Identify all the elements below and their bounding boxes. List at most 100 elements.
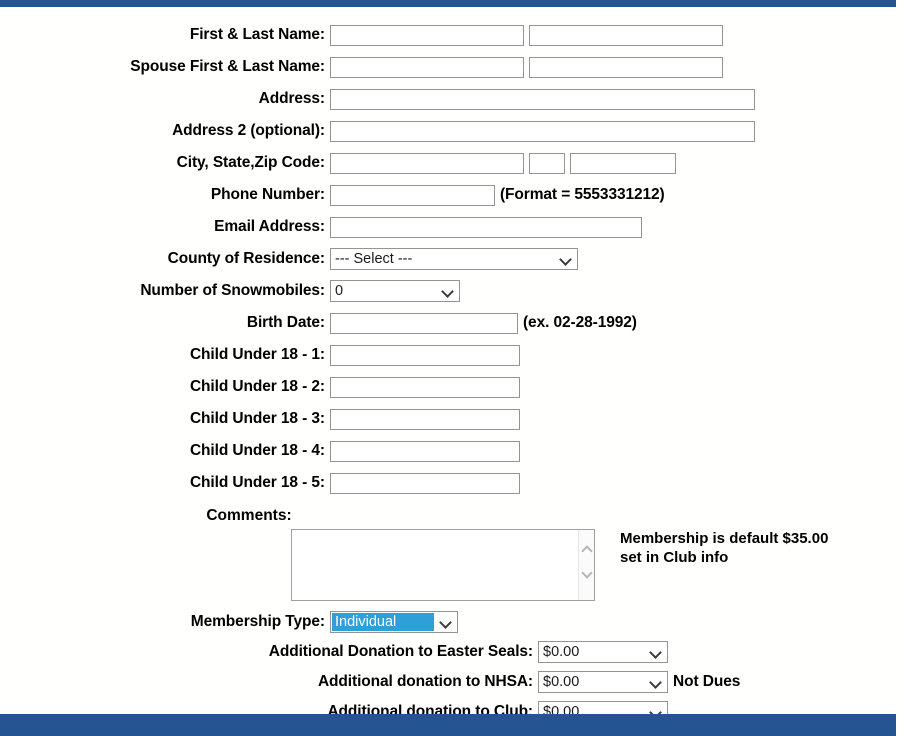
label-donation-easter-seals: Additional Donation to Easter Seals: [268,643,533,660]
label-child-4: Child Under 18 - 4: [189,442,325,460]
row-comments-label: Comments: [0,499,896,525]
child-5-input[interactable] [330,472,520,494]
row-comments: Membership is default $35.00 set in Club… [0,529,896,601]
label-city-state-zip: City, State,Zip Code: [176,154,325,172]
chevron-down-icon [561,255,570,261]
snowmobiles-select-value: 0 [335,283,344,299]
row-snowmobiles: Number of Snowmobiles: 0 [0,275,896,307]
state-input[interactable] [529,152,565,174]
row-birth-date: Birth Date: (ex. 02-28-1992) [0,307,896,339]
row-first-last-name: First & Last Name: [0,19,896,51]
birth-date-format-hint: (ex. 02-28-1992) [523,314,637,331]
fields-child-2 [330,376,520,398]
easter-seals-donation-select[interactable]: $0.00 [538,641,668,663]
nhsa-not-dues-note: Not Dues [673,673,741,690]
row-address: Address: [0,83,896,115]
label-first-last-name: First & Last Name: [189,26,325,44]
fields-donation-nhsa: $0.00 Not Dues [538,671,740,693]
row-child-5: Child Under 18 - 5: [0,467,896,499]
chevron-down-icon [441,618,450,624]
bottom-accent-bar [0,714,896,736]
fields-child-5 [330,472,520,494]
zip-input[interactable] [570,152,676,174]
child-4-input[interactable] [330,440,520,462]
row-child-4: Child Under 18 - 4: [0,435,896,467]
spouse-first-name-input[interactable] [330,56,524,78]
membership-type-select[interactable]: Individual [330,611,458,633]
child-3-input[interactable] [330,408,520,430]
nhsa-donation-value: $0.00 [543,674,580,690]
fields-membership-type: Individual [330,611,458,633]
fields-county: --- Select --- [330,248,578,270]
spouse-last-name-input[interactable] [529,56,723,78]
nhsa-donation-select[interactable]: $0.00 [538,671,668,693]
row-child-3: Child Under 18 - 3: [0,403,896,435]
label-spouse-name: Spouse First & Last Name: [130,58,325,76]
row-phone: Phone Number: (Format = 5553331212) [0,179,896,211]
phone-format-hint: (Format = 5553331212) [500,186,665,203]
label-donation-nhsa: Additional donation to NHSA: [317,673,533,690]
phone-input[interactable] [330,184,495,206]
fields-city-state-zip [330,152,676,174]
label-child-5: Child Under 18 - 5: [189,474,325,492]
fields-snowmobiles: 0 [330,280,460,302]
row-donation-nhsa: Additional donation to NHSA: $0.00 Not D… [0,667,896,697]
membership-form-page: First & Last Name: Spouse First & Last N… [0,0,904,736]
comments-scrollbar[interactable] [578,530,594,600]
label-child-2: Child Under 18 - 2: [189,378,325,396]
label-email: Email Address: [214,218,325,236]
row-spouse-name: Spouse First & Last Name: [0,51,896,83]
email-input[interactable] [330,216,642,238]
scroll-down-icon[interactable] [582,568,592,575]
row-city-state-zip: City, State,Zip Code: [0,147,896,179]
label-address: Address: [258,90,325,108]
comments-textarea-wrap[interactable] [291,529,595,601]
fields-child-4 [330,440,520,462]
membership-note-line-2: set in Club info [620,549,729,567]
address-input[interactable] [330,88,755,110]
county-select-value: --- Select --- [335,251,413,267]
row-address2: Address 2 (optional): [0,115,896,147]
scroll-up-icon[interactable] [582,546,592,553]
last-name-input[interactable] [529,24,723,46]
easter-seals-donation-value: $0.00 [543,644,580,660]
membership-type-select-value: Individual [332,613,434,631]
child-2-input[interactable] [330,376,520,398]
label-phone: Phone Number: [210,186,325,204]
chevron-down-icon [651,678,660,684]
top-accent-bar [0,0,896,7]
membership-default-note: Membership is default $35.00 set in Club… [620,529,828,567]
row-membership-type: Membership Type: Individual [0,607,896,637]
label-snowmobiles: Number of Snowmobiles: [140,282,325,300]
fields-donation-easter-seals: $0.00 [538,641,668,663]
label-address2: Address 2 (optional): [172,122,325,140]
row-child-1: Child Under 18 - 1: [0,339,896,371]
fields-birth-date: (ex. 02-28-1992) [330,312,637,334]
fields-first-last-name [330,24,723,46]
fields-child-3 [330,408,520,430]
label-comments: Comments: [206,507,292,524]
city-input[interactable] [330,152,524,174]
row-email: Email Address: [0,211,896,243]
chevron-down-icon [651,648,660,654]
fields-email [330,216,642,238]
address2-input[interactable] [330,120,755,142]
comments-textarea[interactable] [292,530,578,600]
birth-date-input[interactable] [330,312,518,334]
chevron-down-icon [443,287,452,293]
snowmobiles-select[interactable]: 0 [330,280,460,302]
fields-address [330,88,755,110]
row-county: County of Residence: --- Select --- [0,243,896,275]
fields-spouse-name [330,56,723,78]
label-birth-date: Birth Date: [246,314,325,332]
county-select[interactable]: --- Select --- [330,248,578,270]
label-county: County of Residence: [167,250,325,268]
first-name-input[interactable] [330,24,524,46]
membership-note-line-1: Membership is default $35.00 [620,530,829,547]
form-content: First & Last Name: Spouse First & Last N… [0,7,896,723]
row-child-2: Child Under 18 - 2: [0,371,896,403]
fields-phone: (Format = 5553331212) [330,184,665,206]
child-1-input[interactable] [330,344,520,366]
label-membership-type: Membership Type: [190,613,325,631]
label-child-1: Child Under 18 - 1: [189,346,325,364]
